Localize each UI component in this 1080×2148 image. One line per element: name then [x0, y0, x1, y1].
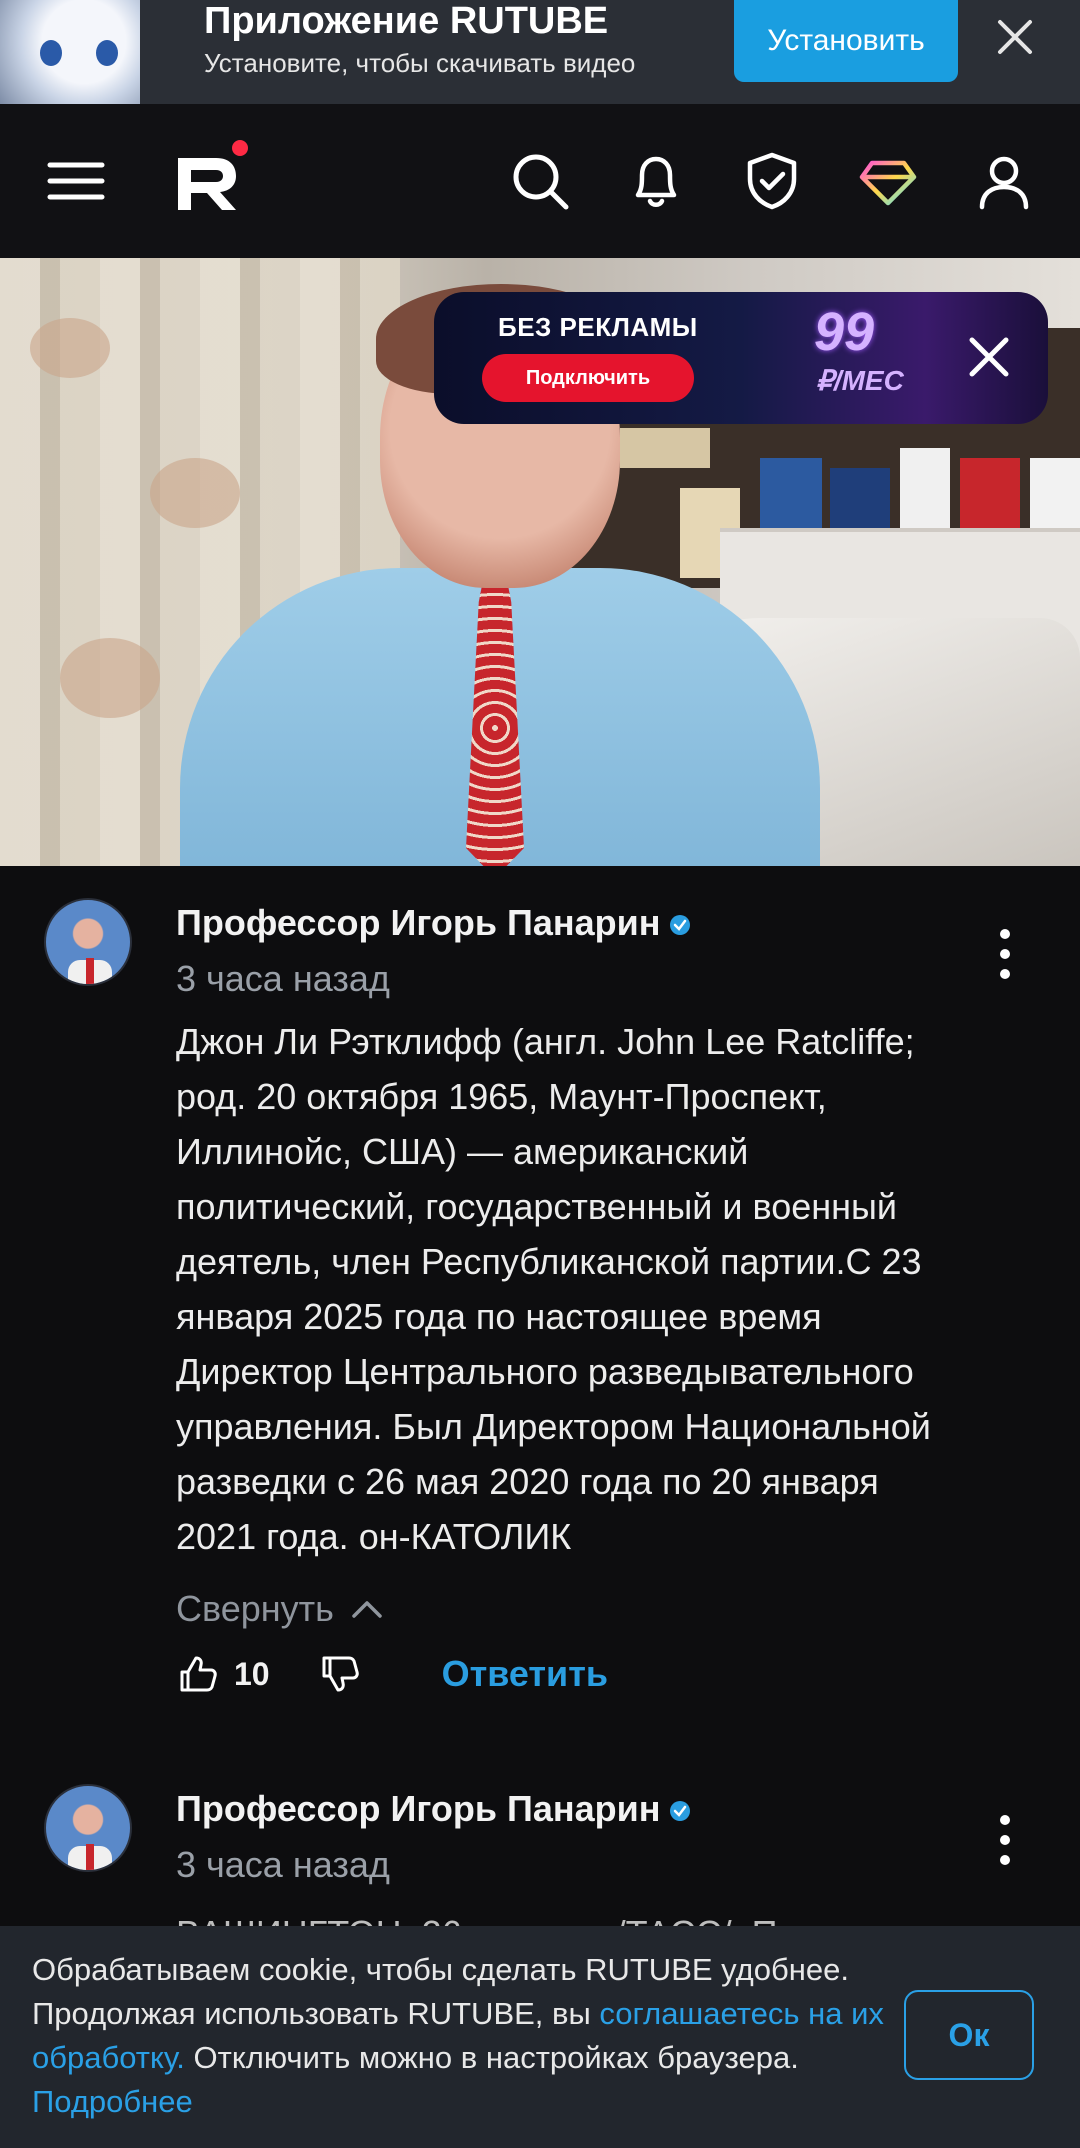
more-options-icon[interactable] [990, 1810, 1020, 1870]
reply-button[interactable]: Ответить [442, 1653, 608, 1695]
collapse-label: Свернуть [176, 1588, 334, 1629]
verified-icon [669, 1801, 690, 1822]
rutube-logo[interactable] [170, 138, 250, 218]
verified-icon [669, 915, 690, 936]
comment-time: 3 часа назад [176, 1844, 390, 1885]
app-banner-title: Приложение RUTUBE [204, 0, 609, 42]
bell-icon[interactable] [624, 149, 688, 213]
cookie-consent-bar: Обрабатываем cookie, чтобы сделать RUTUB… [0, 1926, 1080, 2148]
video-player[interactable]: БЕЗ РЕКЛАМЫ Подключить 99 ₽/МЕС [0, 258, 1080, 866]
collapse-button[interactable]: Свернуть [176, 1588, 384, 1630]
close-icon[interactable] [990, 12, 1040, 62]
comment-text-line: политический, государственный и военный [176, 1186, 898, 1227]
comment-author[interactable]: Профессор Игорь Панарин [176, 1788, 691, 1830]
comment-text-line: Иллинойс, США) — американский [176, 1131, 749, 1172]
menu-icon[interactable] [44, 149, 108, 213]
more-info-link[interactable]: Подробнее [32, 2084, 193, 2119]
top-navigation [0, 104, 1080, 258]
diamond-icon[interactable] [856, 149, 920, 213]
cookie-text: Обрабатываем cookie, чтобы сделать RUTUB… [32, 1948, 892, 2124]
like-count: 10 [234, 1655, 270, 1692]
comment: Профессор Игорь Панарин 3 часа назад ВАШ… [0, 1752, 1080, 1946]
more-options-icon[interactable] [990, 924, 1020, 984]
thumbs-down-icon[interactable] [318, 1652, 362, 1696]
comment-author-name[interactable]: Профессор Игорь Панарин [176, 902, 661, 943]
promo-subscribe-button[interactable]: Подключить [482, 354, 694, 402]
close-icon[interactable] [964, 332, 1014, 382]
comment-author[interactable]: Профессор Игорь Панарин [176, 902, 691, 944]
comment-text-line: Джон Ли Рэтклифф (англ. John Lee Ratclif… [176, 1021, 915, 1062]
cookie-text-part: Отключить можно в настройках браузера. [184, 2040, 799, 2075]
comment-text-line: разведки с 26 мая 2020 года по 20 января [176, 1461, 879, 1502]
comment-text-line: род. 20 октября 1965, Маунт-Проспект, [176, 1076, 827, 1117]
comment-text-line: 2021 года. он-КАТОЛИК [176, 1516, 572, 1557]
user-icon[interactable] [972, 149, 1036, 213]
search-icon[interactable] [508, 149, 572, 213]
promo-price-unit: ₽/МЕС [816, 365, 904, 396]
app-banner-subtitle: Установите, чтобы скачивать видео [204, 48, 636, 78]
install-button[interactable]: Установить [734, 0, 958, 82]
comment-text-line: Директор Центрального разведывательного [176, 1351, 914, 1392]
app-install-banner: Приложение RUTUBE Установите, чтобы скач… [0, 0, 1080, 104]
comment-text-line: управления. Был Директором Национальной [176, 1406, 931, 1447]
ad-free-promo: БЕЗ РЕКЛАМЫ Подключить 99 ₽/МЕС [434, 292, 1048, 424]
chevron-up-icon [352, 1601, 382, 1618]
thumbs-up-icon[interactable] [176, 1652, 220, 1696]
avatar[interactable] [44, 898, 132, 986]
comment-time: 3 часа назад [176, 958, 390, 999]
cookie-ok-button[interactable]: Ок [904, 1990, 1034, 2080]
comment-author-name[interactable]: Профессор Игорь Панарин [176, 1788, 661, 1829]
avatar[interactable] [44, 1784, 132, 1872]
promo-title: БЕЗ РЕКЛАМЫ [498, 312, 698, 342]
comment-text-line: января 2025 года по настоящее время [176, 1296, 822, 1337]
comment-text-line: деятель, член Республиканской партии.С 2… [176, 1241, 922, 1282]
comment-text: Джон Ли Рэтклифф (англ. John Lee Ratclif… [176, 1014, 1046, 1564]
app-banner-image [0, 0, 140, 104]
comment-actions: 10 Ответить [176, 1644, 608, 1704]
promo-price: 99 [814, 302, 875, 362]
comment: Профессор Игорь Панарин 3 часа назад Джо… [0, 866, 1080, 1766]
shield-check-icon[interactable] [740, 149, 804, 213]
